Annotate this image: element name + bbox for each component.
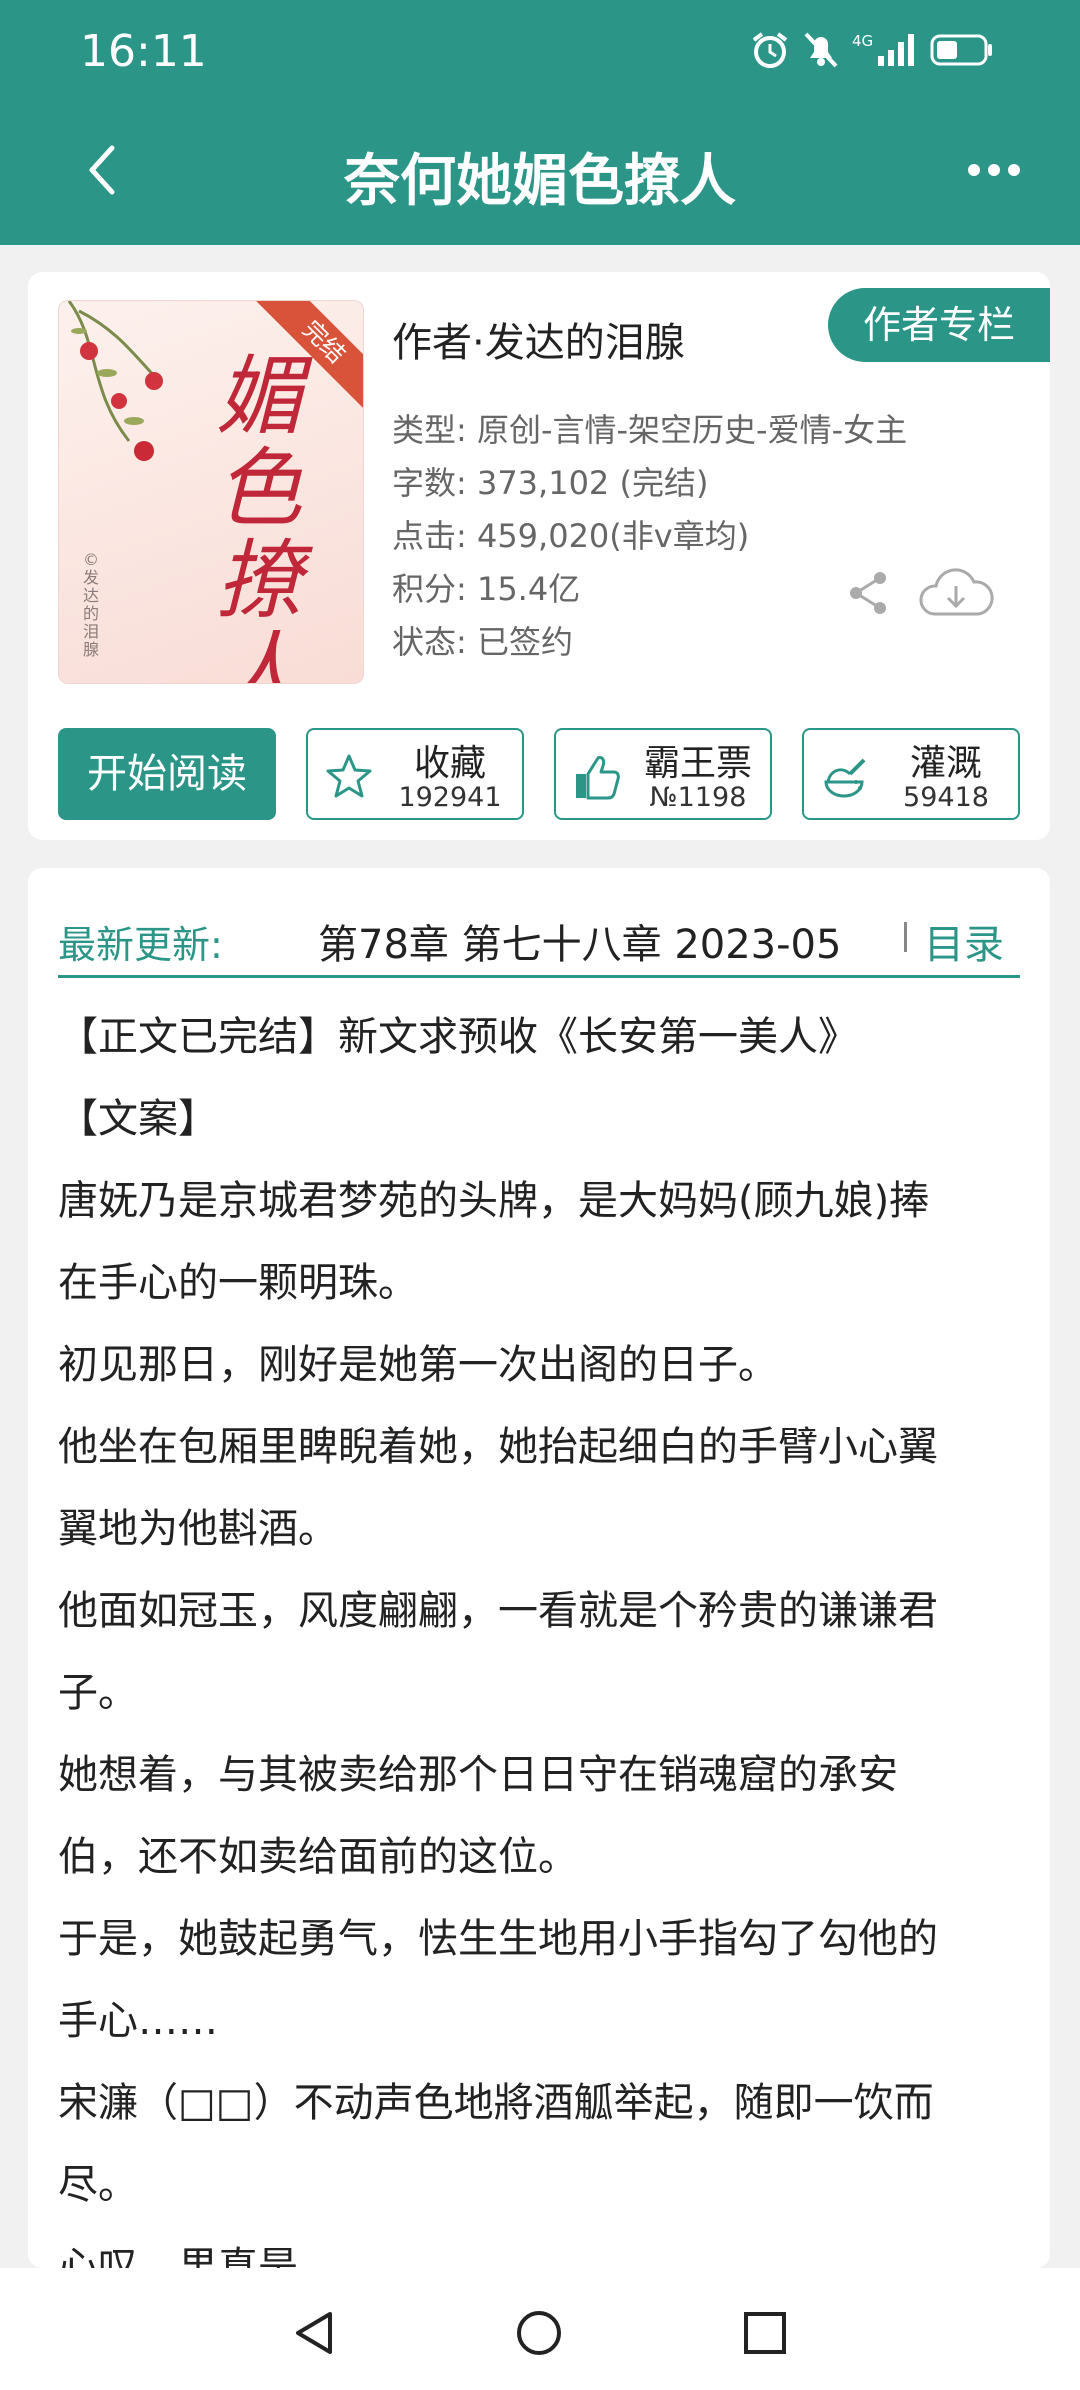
intro-line: 在手心的一颗明珠。 (58, 1260, 418, 1306)
latest-update-label: 最新更新: (58, 923, 223, 967)
intro-line: 她想着，与其被卖给那个日日守在销魂窟的承安 (58, 1752, 898, 1798)
thumbs-up-icon (576, 756, 620, 800)
intro-line: 他坐在包厢里睥睨着她，她抬起细白的手臂小心翼 (58, 1424, 938, 1470)
vote-label: 霸王票 (643, 743, 752, 784)
signal-4g-icon: 4G (852, 32, 914, 66)
nav-home-circle-icon[interactable] (514, 2308, 564, 2358)
meta-points: 积分: 15.4亿 (392, 570, 581, 608)
intro-line: 唐妩乃是京城君梦苑的头牌，是大妈妈(顾九娘)捧 (58, 1178, 930, 1224)
book-intro: 【正文已完结】新文求预收《长安第一美人》 【文案】 唐妩乃是京城君梦苑的头牌，是… (58, 996, 1038, 2268)
intro-line: 宋濂（□□）不动声色地將酒觚举起，随即一饮而 (58, 2080, 934, 2126)
top-bar: 16:11 4G 奈何她媚色撩人 (0, 0, 1080, 245)
meta-clicks: 点击: 459,020(非v章均) (392, 517, 750, 555)
vote-count: №1198 (649, 782, 747, 813)
favorite-label: 收藏 (413, 743, 486, 784)
favorite-button[interactable]: 收藏 192941 (306, 728, 524, 820)
intro-line: 子。 (58, 1670, 138, 1716)
latest-chapter-link[interactable]: 第78章 第七十八章 2023-05 (318, 912, 888, 970)
download-icon[interactable] (916, 562, 996, 622)
intro-line: 于是，她鼓起勇气，怯生生地用小手指勾了勾他的 (58, 1916, 938, 1962)
star-icon (326, 754, 372, 798)
intro-card: 最新更新: 第78章 第七十八章 2023-05 目录 【正文已完结】新文求预收… (28, 868, 1050, 2268)
start-reading-button[interactable]: 开始阅读 (58, 728, 276, 820)
page-title: 奈何她媚色撩人 (344, 149, 736, 214)
meta-status: 状态: 已签约 (392, 623, 573, 661)
intro-line: 【文案】 (58, 1096, 218, 1142)
mute-icon (804, 32, 838, 68)
floral-decoration (67, 301, 163, 461)
battery-icon (930, 34, 992, 66)
author-line[interactable]: 作者·发达的泪腺 (392, 310, 685, 368)
intro-line: 尽。 (58, 2162, 138, 2208)
nav-back-triangle-icon[interactable] (290, 2308, 340, 2358)
toc-link[interactable]: 目录 (924, 912, 1004, 970)
system-nav-bar (0, 2268, 1080, 2390)
book-cover[interactable]: 完结 媚色撩人 ©发达的泪腺 (58, 300, 364, 684)
cover-title: 媚色撩人 (216, 347, 302, 684)
intro-line: 他面如冠玉，风度翩翩，一看就是个矜贵的谦谦君 (58, 1588, 938, 1634)
favorite-count: 192941 (398, 782, 502, 813)
intro-line: 心叹，果真是 (58, 2244, 298, 2268)
watering-icon (824, 758, 866, 798)
meta-genre: 类型: 原创-言情-架空历史-爱情-女主 (392, 411, 908, 449)
water-label: 灌溉 (909, 743, 982, 784)
book-info-card: 完结 媚色撩人 ©发达的泪腺 作者·发达的泪腺 作者专栏 类型: 原创-言情-架… (28, 272, 1050, 840)
latest-separator (904, 922, 907, 952)
latest-update-bar[interactable]: 最新更新: 第78章 第七十八章 2023-05 目录 (58, 892, 1020, 978)
status-icons: 4G (750, 30, 994, 70)
book-meta: 类型: 原创-言情-架空历史-爱情-女主 字数: 373,102 (完结) 点击… (392, 404, 907, 669)
water-count: 59418 (903, 782, 989, 813)
author-column-button[interactable]: 作者专栏 (828, 288, 1050, 362)
alarm-icon (752, 32, 788, 68)
intro-line: 初见那日，刚好是她第一次出阁的日子。 (58, 1342, 778, 1388)
water-button[interactable]: 灌溉 59418 (802, 728, 1020, 820)
intro-line: 伯，还不如卖给面前的这位。 (58, 1834, 578, 1880)
intro-line: 【正文已完结】新文求预收《长安第一美人》 (58, 1014, 858, 1060)
meta-word-count: 字数: 373,102 (完结) (392, 464, 709, 502)
svg-text:4G: 4G (852, 32, 873, 50)
cover-author: ©发达的泪腺 (83, 550, 100, 659)
more-icon[interactable] (964, 150, 1024, 190)
intro-line: 手心…… (58, 1998, 218, 2044)
vote-button[interactable]: 霸王票 №1198 (554, 728, 772, 820)
status-time: 16:11 (80, 26, 207, 77)
share-icon[interactable] (846, 570, 892, 616)
intro-line: 翼地为他斟酒。 (58, 1506, 338, 1552)
nav-recents-square-icon[interactable] (740, 2308, 790, 2358)
